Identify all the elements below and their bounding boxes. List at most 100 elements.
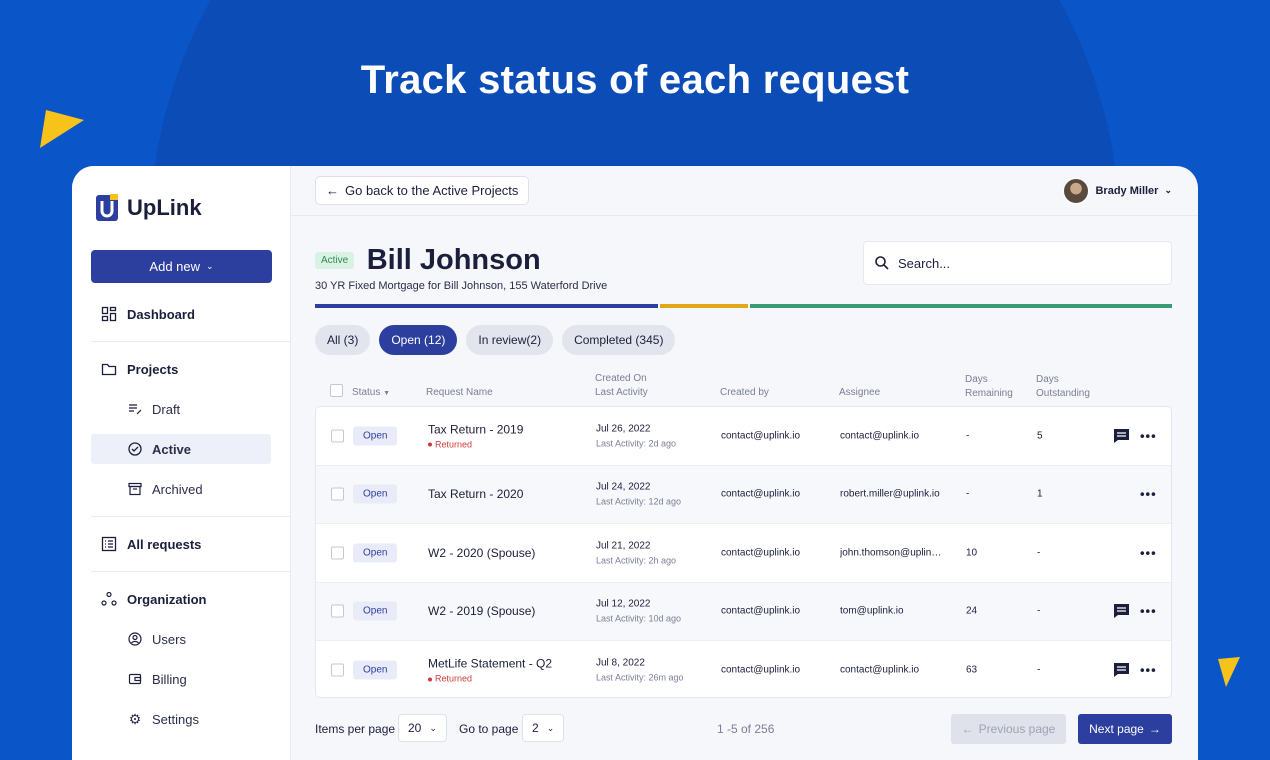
created-date: Jul 24, 2022: [596, 481, 651, 493]
archive-icon: [128, 482, 142, 496]
table-row[interactable]: Open Tax Return - 2019 Returned Jul 26, …: [316, 407, 1171, 466]
sidebar-item-label: Archived: [152, 481, 203, 497]
assignee: robert.miller@uplink.io: [840, 488, 940, 500]
request-name-cell: W2 - 2019 (Spouse): [428, 604, 535, 618]
back-to-active-projects-button[interactable]: ← Go back to the Active Projects: [315, 176, 530, 205]
more-options-icon[interactable]: •••: [1140, 545, 1157, 560]
created-by: contact@uplink.io: [721, 664, 801, 676]
request-name[interactable]: Tax Return - 2020: [428, 487, 523, 501]
avatar: [1063, 177, 1090, 204]
created-cell: Jul 24, 2022 Last Activity: 12d ago: [596, 482, 681, 507]
sidebar-item-archived[interactable]: Archived: [91, 474, 271, 504]
previous-page-button[interactable]: ← Previous page: [951, 714, 1066, 744]
row-checkbox[interactable]: [331, 546, 344, 560]
table-row[interactable]: Open MetLife Statement - Q2 Returned Jul…: [316, 641, 1171, 697]
sidebar: UpLink Add new ⌄ Dashboard Projects Draf…: [72, 166, 291, 760]
status-cell: Open: [353, 660, 398, 680]
add-new-button[interactable]: Add new ⌄: [91, 250, 272, 283]
more-options-icon[interactable]: •••: [1140, 663, 1157, 678]
days-remaining: -: [966, 488, 970, 500]
more-options-icon[interactable]: •••: [1140, 428, 1157, 443]
chevron-down-icon: ⌄: [546, 722, 555, 733]
arrow-left-icon: ←: [961, 722, 974, 736]
sidebar-item-label: Projects: [127, 361, 179, 377]
items-per-page-value: 20: [408, 721, 422, 735]
sidebar-item-projects[interactable]: Projects: [91, 354, 271, 384]
divider: [91, 516, 290, 517]
yellow-triangle-decoration: [40, 110, 84, 148]
comment-icon[interactable]: [1113, 662, 1130, 678]
request-name[interactable]: Tax Return - 2019: [428, 422, 523, 436]
created-cell: Jul 26, 2022 Last Activity: 2d ago: [596, 423, 676, 448]
status-badge: Open: [353, 426, 398, 446]
row-checkbox[interactable]: [331, 429, 344, 443]
sidebar-item-dashboard[interactable]: Dashboard: [91, 299, 271, 329]
column-last-activity-label: Last Activity: [595, 387, 648, 398]
assignee: john.thomson@uplink.io: [840, 547, 942, 559]
assignee: contact@uplink.io: [840, 430, 920, 442]
comment-icon[interactable]: [1113, 603, 1130, 619]
user-circle-icon: [128, 632, 142, 646]
row-checkbox[interactable]: [331, 663, 344, 677]
comment-icon[interactable]: [1113, 428, 1130, 444]
chevron-down-icon: ⌄: [429, 722, 437, 733]
tab-open[interactable]: Open (12): [379, 325, 458, 355]
sidebar-item-billing[interactable]: Billing: [91, 664, 271, 694]
created-cell: Jul 12, 2022 Last Activity: 10d ago: [596, 599, 681, 624]
created-cell: Jul 21, 2022 Last Activity: 2h ago: [596, 540, 676, 565]
go-to-page-label: Go to page: [459, 722, 519, 736]
tab-in-review[interactable]: In review(2): [466, 325, 554, 355]
sidebar-item-label: Settings: [152, 711, 199, 727]
sidebar-item-organization[interactable]: Organization: [91, 584, 271, 614]
user-name: Brady Miller: [1095, 184, 1159, 197]
request-name[interactable]: W2 - 2019 (Spouse): [428, 604, 535, 618]
progress-segment-review: [660, 304, 748, 308]
more-options-icon[interactable]: •••: [1140, 487, 1157, 502]
next-page-button[interactable]: Next page →: [1078, 714, 1172, 744]
divider: [91, 571, 290, 572]
table-row[interactable]: Open W2 - 2019 (Spouse) Jul 12, 2022 Las…: [316, 582, 1171, 641]
logo[interactable]: UpLink: [95, 194, 271, 222]
table-row[interactable]: Open Tax Return - 2020 Jul 24, 2022 Last…: [316, 465, 1171, 524]
sidebar-item-label: All requests: [127, 536, 202, 552]
table-row[interactable]: Open W2 - 2020 (Spouse) Jul 21, 2022 Las…: [316, 524, 1171, 583]
chevron-down-icon: ⌄: [1164, 185, 1172, 195]
last-activity: Last Activity: 12d ago: [596, 496, 682, 507]
more-options-icon[interactable]: •••: [1140, 604, 1157, 619]
sidebar-item-all-requests[interactable]: All requests: [91, 529, 271, 559]
sidebar-item-active[interactable]: Active: [91, 434, 271, 464]
created-cell: Jul 8, 2022 Last Activity: 26m ago: [596, 658, 684, 683]
user-menu[interactable]: Brady Miller ⌄: [1063, 177, 1172, 204]
row-checkbox[interactable]: [331, 487, 344, 501]
items-per-page-select[interactable]: 20 ⌄: [398, 714, 447, 742]
select-all-checkbox[interactable]: [330, 384, 343, 397]
tab-completed[interactable]: Completed (345): [562, 325, 676, 355]
tab-all[interactable]: All (3): [315, 325, 371, 355]
search-icon: [875, 256, 889, 270]
request-name[interactable]: MetLife Statement - Q2: [428, 657, 552, 671]
column-days-outstanding: Days Outstanding: [1036, 373, 1090, 401]
column-status[interactable]: Status ▼: [352, 386, 390, 401]
column-created-by: Created by: [720, 387, 769, 398]
progress-segment-completed: [750, 304, 1172, 308]
sidebar-item-draft[interactable]: Draft: [91, 394, 271, 424]
sort-caret-icon: ▼: [383, 390, 391, 397]
wallet-icon: [128, 673, 142, 685]
request-name[interactable]: W2 - 2020 (Spouse): [428, 546, 535, 560]
last-activity: Last Activity: 2d ago: [596, 438, 677, 449]
sidebar-item-settings[interactable]: ⚙ Settings: [91, 704, 271, 734]
search-placeholder: Search...: [898, 255, 951, 271]
days-remaining: 24: [966, 605, 978, 617]
uplink-logo-icon: [96, 194, 118, 221]
days-remaining: 63: [966, 664, 978, 676]
back-label: Go back to the Active Projects: [345, 183, 519, 198]
go-to-page-select[interactable]: 2 ⌄: [522, 714, 565, 742]
arrow-right-icon: →: [1148, 722, 1161, 736]
search-input[interactable]: Search...: [863, 241, 1172, 285]
chevron-down-icon: ⌄: [206, 261, 214, 271]
created-date: Jul 8, 2022: [596, 657, 645, 669]
sidebar-item-users[interactable]: Users: [91, 624, 271, 654]
created-by: contact@uplink.io: [721, 430, 801, 442]
row-checkbox[interactable]: [331, 604, 344, 618]
days-outstanding: -: [1037, 664, 1041, 676]
